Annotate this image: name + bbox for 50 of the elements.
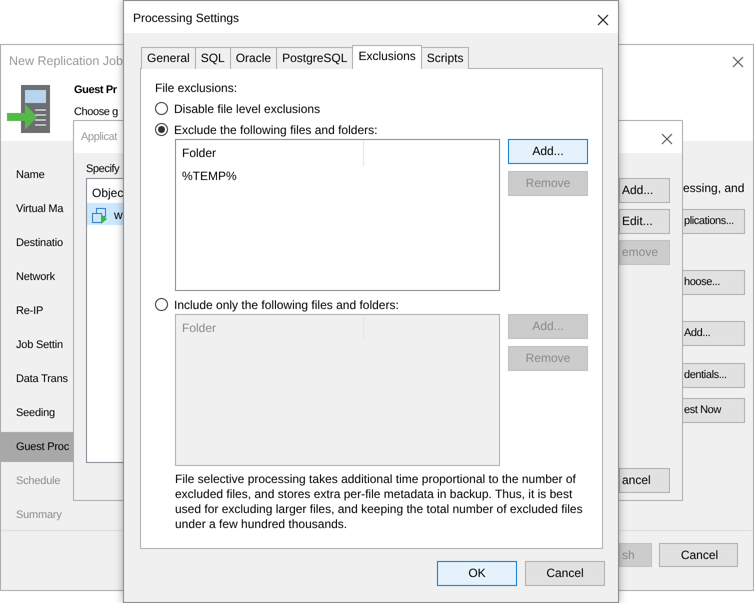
radio-button[interactable] <box>155 102 168 115</box>
window-title: Applicat <box>81 130 117 145</box>
nav-step[interactable]: Seeding <box>0 398 73 428</box>
section-label: File exclusions: <box>155 80 238 97</box>
button[interactable]: Cancel <box>525 561 605 586</box>
button[interactable]: Edit... <box>619 209 670 234</box>
window-title: New Replication Job <box>9 53 123 70</box>
nav-step[interactable]: Guest Proc <box>0 432 73 462</box>
button[interactable]: Add... <box>508 139 588 164</box>
vm-icon <box>92 206 108 222</box>
page-heading: Guest Pr <box>74 83 117 98</box>
nav-step[interactable]: Virtual Ma <box>0 194 73 224</box>
nav-step[interactable]: Network <box>0 262 73 292</box>
button[interactable]: Add... <box>681 321 745 346</box>
nav-step[interactable]: Name <box>0 160 73 190</box>
radio-label[interactable]: Exclude the following files and folders: <box>174 120 378 138</box>
button[interactable]: Add... <box>619 178 670 203</box>
nav-step[interactable]: Re-IP <box>0 296 73 326</box>
radio-button[interactable] <box>155 298 168 311</box>
button[interactable]: ancel <box>619 468 670 493</box>
column-header: Folder <box>176 140 364 166</box>
tab[interactable]: PostgreSQL <box>276 47 354 69</box>
button[interactable]: OK <box>437 561 517 586</box>
button[interactable]: plications... <box>681 209 745 234</box>
nav-step[interactable]: Data Trans <box>0 364 73 394</box>
column-header: Folder <box>176 315 364 341</box>
radio-label[interactable]: Include only the following files and folders: <box>174 296 399 314</box>
nav-step[interactable]: Destinatio <box>0 228 73 258</box>
button[interactable]: Cancel <box>659 543 738 567</box>
note-text: File selective processing takes additional time proportional to the number of excluded files, and stores extra per-file metadata in backup. Thus, it is best used for excluding larger files, and keeping the total number of excluded files under a few hundred thousands. <box>175 472 584 532</box>
column-header: Objec <box>92 185 124 202</box>
nav-step[interactable]: Job Settin <box>0 330 73 360</box>
radio-label[interactable]: Disable file level exclusions <box>174 100 320 118</box>
description-text: essing, and <box>683 180 744 197</box>
radio-button[interactable] <box>155 123 168 136</box>
prompt-text: Specify <box>86 162 120 177</box>
server-arrow-icon <box>7 85 52 133</box>
list-row[interactable]: w <box>87 203 123 225</box>
tab[interactable]: Oracle <box>230 47 278 69</box>
button[interactable]: dentials... <box>681 363 745 388</box>
list-row[interactable]: %TEMP% <box>176 166 499 186</box>
file-list[interactable]: Folder %TEMP% <box>175 139 500 291</box>
button[interactable]: est Now <box>681 398 745 423</box>
tab[interactable]: General <box>141 47 196 69</box>
tab[interactable]: SQL <box>194 47 231 69</box>
tab[interactable]: Scripts <box>420 47 470 69</box>
tab[interactable]: Exclusions <box>352 45 422 69</box>
dialog-title: Processing Settings <box>133 10 240 27</box>
page-subtitle: Choose g <box>74 105 118 120</box>
button[interactable]: hoose... <box>681 270 745 295</box>
